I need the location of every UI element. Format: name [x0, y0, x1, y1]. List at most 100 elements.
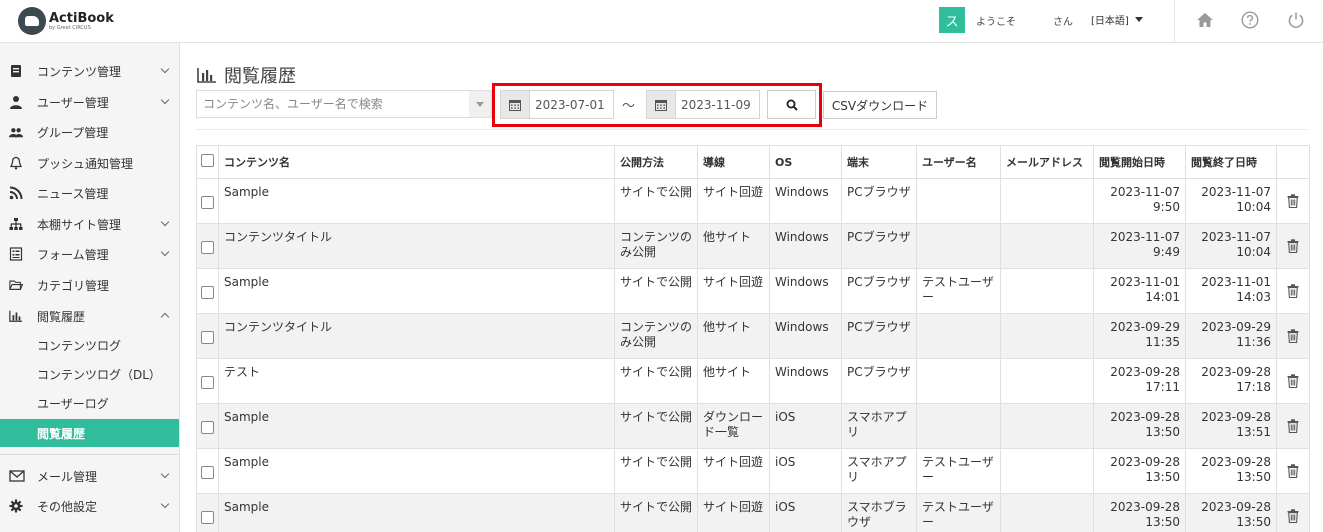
col-publish-method[interactable]: 公開方法: [614, 145, 698, 179]
sidebar-divider: [0, 454, 179, 455]
delete-button[interactable]: [1276, 178, 1310, 224]
row-checkbox[interactable]: [196, 358, 219, 404]
sidebar-item-history[interactable]: 閲覧履歴: [0, 301, 179, 331]
sidebar-item-contents[interactable]: コンテンツ管理: [0, 56, 179, 86]
gear-icon: [9, 499, 23, 513]
home-icon[interactable]: [1195, 10, 1215, 30]
row-checkbox[interactable]: [196, 493, 219, 532]
delete-button[interactable]: [1276, 223, 1310, 269]
cell-end-time: 2023-09-28 17:18: [1185, 358, 1277, 404]
cell-publish-method: サイトで公開: [614, 268, 698, 314]
cell-end-time: 2023-11-01 14:03: [1185, 268, 1277, 314]
cell-end-time: 2023-09-29 11:36: [1185, 313, 1277, 359]
chevron-down-icon: [160, 95, 170, 105]
logo-subtitle: by Greet CIRCUS: [49, 24, 91, 31]
col-end-time[interactable]: 閲覧終了日時: [1185, 145, 1277, 179]
cell-email: [1000, 448, 1094, 494]
avatar[interactable]: ス: [939, 7, 965, 33]
history-table: コンテンツ名 公開方法 導線 OS 端末 ユーザー名 メールアドレス 閲覧開始日…: [196, 145, 1310, 532]
delete-button[interactable]: [1276, 313, 1310, 359]
logo-title: ActiBook: [49, 10, 114, 26]
sidebar-item-forms[interactable]: フォーム管理: [0, 239, 179, 269]
sidebar-subitem-content-log-dl[interactable]: コンテンツログ（DL）: [0, 360, 179, 388]
form-icon: [9, 247, 23, 261]
sidebar-item-label: 本棚サイト管理: [37, 218, 122, 232]
language-select[interactable]: [日本語]: [1091, 12, 1143, 27]
cell-os: Windows: [769, 178, 842, 224]
table-row: テスト サイトで公開 他サイト Windows PCブラウザ 2023-09-2…: [196, 358, 1310, 404]
table-row: Sample サイトで公開 サイト回遊 Windows PCブラウザ テストユー…: [196, 268, 1310, 314]
cell-start-time: 2023-11-01 14:01: [1093, 268, 1186, 314]
chevron-down-icon: [160, 469, 170, 479]
csv-download-button[interactable]: CSVダウンロード: [823, 91, 937, 119]
select-all-checkbox[interactable]: [196, 145, 219, 179]
dropdown-arrow-icon[interactable]: [469, 91, 491, 117]
row-checkbox[interactable]: [196, 313, 219, 359]
row-checkbox[interactable]: [196, 268, 219, 314]
power-icon[interactable]: [1286, 10, 1306, 30]
sidebar-item-settings[interactable]: その他設定: [0, 491, 179, 521]
sidebar-item-label: プッシュ通知管理: [37, 157, 134, 171]
cell-device: PCブラウザ: [841, 268, 917, 314]
col-start-time[interactable]: 閲覧開始日時: [1093, 145, 1186, 179]
cell-start-time: 2023-11-07 9:50: [1093, 178, 1186, 224]
sidebar-item-label: 閲覧履歴: [37, 310, 86, 324]
search-select[interactable]: [196, 90, 492, 118]
sidebar-item-label: ニュース管理: [37, 187, 109, 201]
row-checkbox[interactable]: [196, 403, 219, 449]
chart-icon: [197, 68, 216, 83]
cell-publish-method: コンテンツのみ公開: [614, 313, 698, 359]
row-checkbox[interactable]: [196, 178, 219, 224]
cell-os: iOS: [769, 448, 842, 494]
cell-content-name: Sample: [218, 493, 615, 532]
col-user-name[interactable]: ユーザー名: [916, 145, 1001, 179]
search-input[interactable]: [197, 91, 467, 117]
cell-publish-method: サイトで公開: [614, 493, 698, 532]
cell-user-name: テストユーザー: [916, 268, 1001, 314]
col-route[interactable]: 導線: [697, 145, 770, 179]
row-checkbox[interactable]: [196, 448, 219, 494]
sidebar-item-push[interactable]: プッシュ通知管理: [0, 148, 179, 178]
sidebar-item-bookshelf[interactable]: 本棚サイト管理: [0, 209, 179, 239]
sidebar-subitem-view-history[interactable]: 閲覧履歴: [0, 419, 179, 447]
delete-button[interactable]: [1276, 403, 1310, 449]
delete-button[interactable]: [1276, 268, 1310, 314]
delete-button[interactable]: [1276, 358, 1310, 404]
col-os[interactable]: OS: [769, 145, 842, 179]
trash-icon: [1287, 509, 1299, 524]
sidebar-item-groups[interactable]: グループ管理: [0, 117, 179, 147]
sidebar-subitem-content-log[interactable]: コンテンツログ: [0, 331, 179, 359]
col-email[interactable]: メールアドレス: [1000, 145, 1094, 179]
delete-button[interactable]: [1276, 448, 1310, 494]
user-icon: [10, 96, 22, 109]
sidebar-item-label: グループ管理: [37, 126, 109, 140]
sidebar-item-news[interactable]: ニュース管理: [0, 178, 179, 208]
cell-email: [1000, 403, 1094, 449]
col-device[interactable]: 端末: [841, 145, 917, 179]
cell-os: Windows: [769, 268, 842, 314]
sidebar-item-label: その他設定: [37, 500, 98, 514]
col-content-name[interactable]: コンテンツ名: [218, 145, 615, 179]
cell-route: サイト回遊: [697, 493, 770, 532]
divider: [196, 129, 1308, 130]
row-checkbox[interactable]: [196, 223, 219, 269]
cell-os: Windows: [769, 358, 842, 404]
cell-device: スマホアプリ: [841, 403, 917, 449]
header-divider: [1174, 0, 1175, 43]
chevron-down-icon: [160, 499, 170, 509]
cell-end-time: 2023-09-28 13:51: [1185, 403, 1277, 449]
sidebar-item-users[interactable]: ユーザー管理: [0, 87, 179, 117]
sidebar-item-categories[interactable]: カテゴリ管理: [0, 270, 179, 300]
caret-down-icon: [1134, 17, 1143, 22]
delete-button[interactable]: [1276, 493, 1310, 532]
page-title-text: 閲覧履歴: [224, 66, 296, 87]
cell-route: 他サイト: [697, 223, 770, 269]
help-icon[interactable]: [1240, 10, 1260, 30]
chart-icon: [9, 310, 23, 322]
sidebar-subitem-user-log[interactable]: ユーザーログ: [0, 389, 179, 417]
sidebar: コンテンツ管理 ユーザー管理 グループ管理 プッシュ通知管理 ニュース管理 本棚…: [0, 43, 180, 532]
sidebar-item-mail[interactable]: メール管理: [0, 461, 179, 491]
cell-start-time: 2023-11-07 9:49: [1093, 223, 1186, 269]
logo[interactable]: ActiBook by Greet CIRCUS: [18, 6, 114, 36]
table-row: コンテンツタイトル コンテンツのみ公開 他サイト Windows PCブラウザ …: [196, 223, 1310, 269]
